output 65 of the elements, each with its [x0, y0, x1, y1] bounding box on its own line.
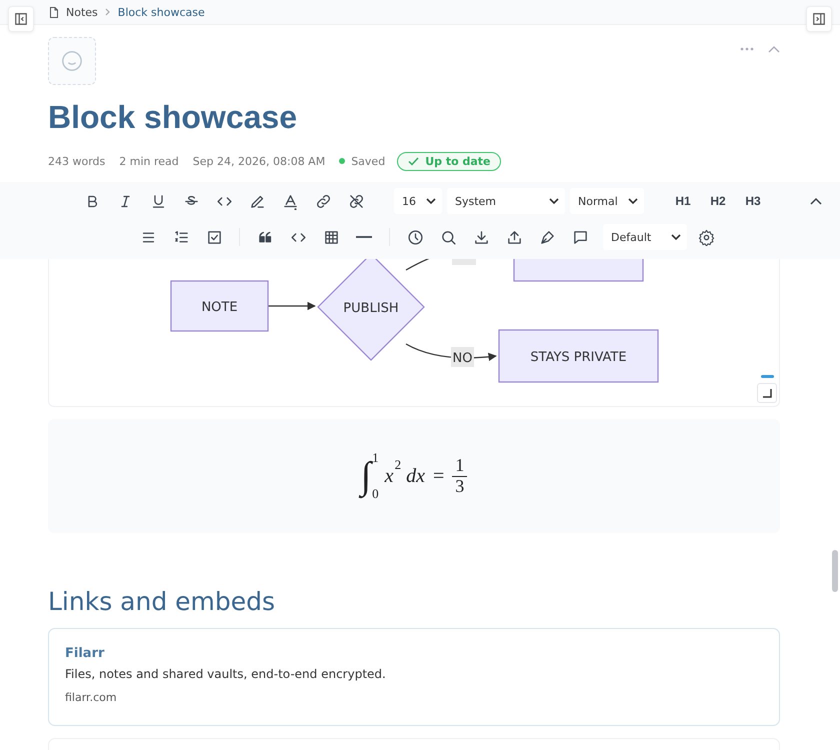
panel-toggle-button[interactable]: [806, 6, 832, 32]
edge-label: NO: [451, 347, 474, 367]
font-family-select[interactable]: System: [447, 188, 565, 214]
check-icon: [408, 156, 420, 166]
flow-connector: [268, 302, 316, 310]
comment-icon: [572, 228, 588, 246]
resize-corner-icon: [762, 388, 772, 398]
link-preview-card[interactable]: Filarr Files, notes and shared vaults, end-to-end encrypted. filarr.com: [48, 628, 780, 726]
math-exponent: 2: [394, 457, 402, 473]
pen-nib-icon: [538, 228, 556, 246]
fraction-denominator: 3: [455, 476, 464, 496]
equals-sign: =: [432, 464, 444, 488]
document-icon: [48, 6, 60, 18]
share-icon: [506, 228, 522, 246]
collapse-panel-icon: [812, 12, 826, 26]
sync-badge: Up to date: [397, 152, 502, 170]
scrollbar-thumb[interactable]: [832, 550, 838, 592]
download-icon: [472, 228, 490, 246]
lower-limit: 0: [372, 486, 379, 502]
horizontal-rule-icon: [356, 236, 372, 238]
chevron-right-icon: [104, 8, 112, 16]
numbered-list-icon: [172, 228, 190, 246]
math-variable: x: [384, 464, 394, 488]
dropdown-chevron-icon: [426, 198, 436, 204]
theme-select[interactable]: Default: [603, 224, 687, 250]
clock-icon: [406, 228, 424, 246]
resize-handle[interactable]: [757, 383, 777, 403]
dropdown-chevron-icon: [549, 198, 559, 204]
resize-indicator: [761, 375, 774, 378]
unlink-icon: [348, 192, 364, 210]
fraction-numerator: 1: [452, 456, 468, 476]
link-title: Filarr: [65, 646, 106, 661]
link-domain: filarr.com: [65, 691, 118, 704]
smiley-icon: [61, 50, 83, 72]
note-title: Block showcase: [48, 99, 298, 136]
sidebar-toggle-button[interactable]: [8, 6, 34, 32]
modified-date: Sep 24, 2026, 08:08 AM: [192, 154, 326, 168]
node-label: STAYS PRIVATE: [530, 350, 627, 365]
collapse-sidebar-icon: [14, 12, 28, 26]
read-time: 2 min read: [119, 154, 179, 168]
font-size-select[interactable]: 16: [394, 188, 442, 214]
collapse-toolbar-icon[interactable]: [810, 197, 822, 205]
word-count: 243 words: [48, 154, 106, 168]
math-differential: dx: [406, 464, 425, 488]
section-heading: Links and embeds: [48, 587, 276, 616]
dropdown-chevron-icon: [671, 234, 681, 240]
link-description: Files, notes and shared vaults, end-to-end encrypted.: [65, 667, 387, 681]
search-icon: [440, 228, 456, 246]
text-color-icon: [282, 192, 298, 210]
link-icon: [314, 192, 332, 210]
settings-icon: [698, 228, 714, 246]
dropdown-chevron-icon: [628, 198, 638, 204]
breadcrumb-link[interactable]: Block showcase: [118, 6, 205, 18]
heading-button[interactable]: H3: [738, 187, 768, 215]
save-status: Saved: [351, 154, 386, 168]
heading-button[interactable]: H2: [703, 187, 733, 215]
node-label: PUBLISH: [343, 301, 399, 316]
upper-limit: 1: [372, 450, 379, 465]
table-icon: [322, 228, 340, 246]
text-style-select[interactable]: Normal: [570, 188, 644, 214]
node-label: NOTE: [201, 300, 238, 315]
checkbox-icon: [206, 228, 222, 246]
breadcrumb-link[interactable]: Notes: [66, 6, 98, 18]
heading-button[interactable]: H1: [668, 187, 698, 215]
status-dot: [339, 158, 346, 164]
